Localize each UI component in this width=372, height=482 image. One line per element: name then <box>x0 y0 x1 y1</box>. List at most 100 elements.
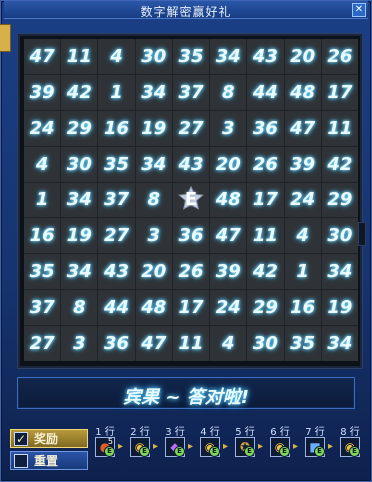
board-cell[interactable]: 43 <box>247 39 284 74</box>
board-cell[interactable]: 35 <box>284 326 321 361</box>
board-cell[interactable]: 19 <box>135 110 172 146</box>
cell-number: 34 <box>66 261 92 283</box>
board-cell[interactable]: 4 <box>98 39 135 74</box>
board-cell[interactable]: 26 <box>247 146 284 182</box>
board-cell[interactable]: 19 <box>321 290 358 326</box>
board-cell[interactable]: 16 <box>98 110 135 146</box>
board-cell[interactable]: 39 <box>24 74 61 110</box>
board-cell[interactable]: 39 <box>210 254 247 290</box>
gem-icon[interactable]: ◆E <box>165 437 185 457</box>
board-cell[interactable]: 47 <box>210 218 247 254</box>
board-cell[interactable]: 17 <box>172 290 210 326</box>
right-edge-handle <box>358 222 366 246</box>
board-cell[interactable]: 24 <box>24 110 61 146</box>
board-cell[interactable]: 20 <box>135 254 172 290</box>
board-cell[interactable]: 27 <box>98 218 135 254</box>
board-cell[interactable]: 44 <box>247 74 284 110</box>
coin-e-icon[interactable]: ◉E <box>270 437 290 457</box>
reset-label: 重置 <box>34 454 59 468</box>
board-cell[interactable]: 11 <box>247 218 284 254</box>
board-cell[interactable]: 8 <box>210 74 247 110</box>
board-cell[interactable]: 34 <box>210 39 247 74</box>
board-cell[interactable]: 16 <box>284 290 321 326</box>
board-cell[interactable]: 47 <box>24 39 61 74</box>
checkbox-reward[interactable]: ✓ <box>14 431 28 446</box>
board-cell[interactable]: 39 <box>284 146 321 182</box>
board-cell[interactable]: 48 <box>135 290 172 326</box>
reward-button[interactable]: ✓ 奖励 <box>10 429 88 448</box>
board-cell[interactable]: 37 <box>172 74 210 110</box>
reset-button[interactable]: 重置 <box>10 451 88 470</box>
board-cell[interactable]: 42 <box>321 146 358 182</box>
medal-icon[interactable]: ✪E <box>235 437 255 457</box>
board-cell[interactable]: 11 <box>61 39 98 74</box>
board-cell[interactable]: 3 <box>210 110 247 146</box>
board-cell[interactable]: 30 <box>61 146 98 182</box>
board-cell[interactable]: 47 <box>135 326 172 361</box>
board-cell[interactable]: 30 <box>321 218 358 254</box>
board-cell[interactable]: 4 <box>24 146 61 182</box>
board-cell[interactable]: 34 <box>135 74 172 110</box>
board-cell[interactable]: 29 <box>321 182 358 218</box>
board-cell[interactable]: 26 <box>321 39 358 74</box>
board-cell[interactable]: 44 <box>98 290 135 326</box>
board-cell[interactable]: 8 <box>61 290 98 326</box>
close-button[interactable]: ✕ <box>352 3 366 17</box>
board-cell[interactable]: 34 <box>321 326 358 361</box>
board-cell[interactable]: 29 <box>61 110 98 146</box>
board-cell[interactable]: 3 <box>61 326 98 361</box>
board-cell[interactable]: 24 <box>284 182 321 218</box>
board-cell[interactable]: 11 <box>172 326 210 361</box>
board-center-cell[interactable]: E <box>172 182 210 218</box>
board-cell[interactable]: 36 <box>98 326 135 361</box>
board-cell[interactable]: 29 <box>247 290 284 326</box>
board-cell[interactable]: 35 <box>172 39 210 74</box>
bottom-controls: ✓ 奖励 重置 1 行●5E▸2 行◉E▸3 行◆E▸4 行◉E▸5 行✪E▸6… <box>9 423 364 475</box>
board-cell[interactable]: 17 <box>247 182 284 218</box>
board-cell[interactable]: 42 <box>61 74 98 110</box>
board-cell[interactable]: 47 <box>284 110 321 146</box>
board-cell[interactable]: 37 <box>24 290 61 326</box>
fruit-icon[interactable]: ●5E <box>95 437 115 457</box>
board-cell[interactable]: 43 <box>98 254 135 290</box>
board-cell[interactable]: 11 <box>321 110 358 146</box>
board-cell[interactable]: 34 <box>61 254 98 290</box>
board-cell[interactable]: 48 <box>284 74 321 110</box>
board-cell[interactable]: 48 <box>210 182 247 218</box>
board-cell[interactable]: 4 <box>210 326 247 361</box>
board-cell[interactable]: 35 <box>98 146 135 182</box>
board-cell[interactable]: 30 <box>247 326 284 361</box>
board-cell[interactable]: 27 <box>172 110 210 146</box>
box-icon[interactable]: ■E <box>305 437 325 457</box>
board-cell[interactable]: 34 <box>321 254 358 290</box>
board-cell[interactable]: 26 <box>172 254 210 290</box>
board-cell[interactable]: 27 <box>24 326 61 361</box>
board-cell[interactable]: 24 <box>210 290 247 326</box>
board-cell[interactable]: 42 <box>247 254 284 290</box>
board-cell[interactable]: 36 <box>172 218 210 254</box>
board-cell[interactable]: 30 <box>135 39 172 74</box>
coin-e-icon[interactable]: ◉E <box>340 437 360 457</box>
board-cell[interactable]: 1 <box>98 74 135 110</box>
board-cell[interactable]: 17 <box>321 74 358 110</box>
checkbox-reset[interactable] <box>14 453 28 468</box>
coin-e-icon[interactable]: ◉E <box>200 437 220 457</box>
board-cell[interactable]: 34 <box>135 146 172 182</box>
board-cell[interactable]: 16 <box>24 218 61 254</box>
board-cell[interactable]: 3 <box>135 218 172 254</box>
board-cell[interactable]: 20 <box>284 39 321 74</box>
board-cell[interactable]: 1 <box>284 254 321 290</box>
board-cell[interactable]: 43 <box>172 146 210 182</box>
board-cell[interactable]: 19 <box>61 218 98 254</box>
board-cell[interactable]: 4 <box>284 218 321 254</box>
board-cell[interactable]: 37 <box>98 182 135 218</box>
board-cell[interactable]: 8 <box>135 182 172 218</box>
e-badge: E <box>139 446 150 457</box>
board-cell[interactable]: 1 <box>24 182 61 218</box>
board-cell[interactable]: 35 <box>24 254 61 290</box>
left-side-tab[interactable] <box>0 24 11 52</box>
board-cell[interactable]: 20 <box>210 146 247 182</box>
board-cell[interactable]: 34 <box>61 182 98 218</box>
board-cell[interactable]: 36 <box>247 110 284 146</box>
coin-e-icon[interactable]: ◉E <box>130 437 150 457</box>
